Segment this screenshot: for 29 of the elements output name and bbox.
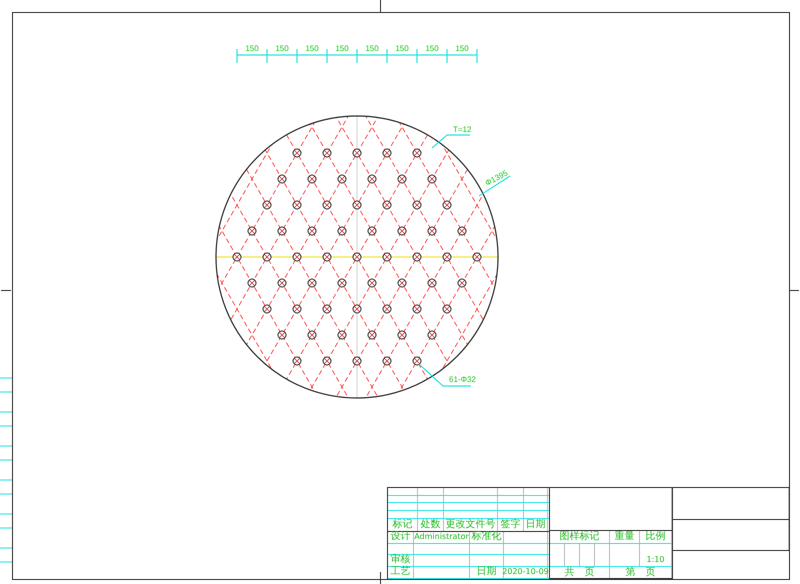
scale-value: 1:10 bbox=[640, 544, 672, 566]
header-cell: 图样标记 bbox=[550, 531, 610, 543]
table-cell: 2020-10-09 bbox=[504, 566, 548, 578]
dimension-label: 150 bbox=[245, 44, 259, 53]
header-cell: 日期 bbox=[524, 518, 548, 532]
dimension-label: 150 bbox=[425, 44, 439, 53]
table-cell: 共 页 bbox=[550, 567, 610, 578]
table-cell: 工艺 bbox=[388, 566, 414, 578]
dimension-label: 150 bbox=[335, 44, 349, 53]
table-cell: 日期 bbox=[470, 566, 504, 578]
table-cell: 审核 bbox=[388, 555, 414, 566]
thickness-label: T=12 bbox=[453, 125, 472, 134]
table-cell: 设计 bbox=[388, 532, 414, 543]
table-cell: Administrator bbox=[414, 532, 470, 543]
header-cell: 标记 bbox=[388, 518, 418, 532]
header-cell: 比例 bbox=[640, 531, 672, 543]
dimension-label: 150 bbox=[305, 44, 319, 53]
header-cell: 签字 bbox=[498, 518, 524, 532]
table-cell: 标准化 bbox=[470, 532, 504, 543]
dimension-label: 150 bbox=[455, 44, 469, 53]
hole-count-label: 61-Φ32 bbox=[449, 375, 476, 384]
dimension-label: 150 bbox=[275, 44, 289, 53]
header-cell: 更改文件号 bbox=[444, 518, 498, 532]
header-cell: 处数 bbox=[418, 518, 444, 532]
dimension-label: 150 bbox=[395, 44, 409, 53]
header-cell: 重量 bbox=[610, 531, 640, 543]
table-cell: 第 页 bbox=[610, 567, 672, 578]
leader-line bbox=[432, 134, 470, 148]
dimension-label: 150 bbox=[365, 44, 379, 53]
